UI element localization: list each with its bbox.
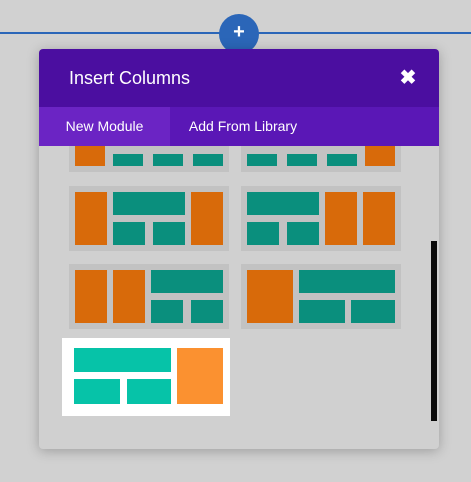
- column-block: [127, 379, 171, 404]
- column-block: [75, 192, 107, 245]
- column-block: [151, 300, 183, 323]
- column-block: [363, 192, 395, 245]
- layout-option-2[interactable]: [241, 146, 401, 172]
- column-block: [299, 300, 345, 323]
- column-block: [75, 146, 105, 166]
- column-block: [74, 379, 120, 404]
- insert-columns-modal: Insert Columns ✖ New Module Add From Lib…: [39, 49, 439, 449]
- column-block: [247, 222, 279, 245]
- column-block: [74, 348, 171, 372]
- column-block: [153, 154, 183, 166]
- plus-icon: +: [233, 21, 245, 43]
- column-block: [327, 154, 357, 166]
- tab-add-from-library[interactable]: Add From Library: [170, 107, 316, 146]
- column-block: [113, 154, 143, 166]
- layout-option-3[interactable]: [69, 186, 229, 251]
- column-block: [177, 348, 223, 404]
- layout-grid: [39, 146, 439, 449]
- modal-header: Insert Columns ✖: [39, 49, 439, 107]
- close-icon[interactable]: ✖: [397, 67, 419, 89]
- column-block: [287, 154, 317, 166]
- tab-bar: New Module Add From Library: [39, 107, 439, 146]
- column-block: [193, 154, 223, 166]
- layout-option-6[interactable]: [241, 264, 401, 329]
- modal-title: Insert Columns: [69, 68, 191, 88]
- column-block: [247, 270, 293, 323]
- column-block: [247, 154, 277, 166]
- page: + Insert Columns ✖ New Module Add From L…: [0, 0, 471, 482]
- layout-option-7[interactable]: [62, 338, 230, 416]
- column-block: [247, 192, 319, 215]
- column-block: [365, 146, 395, 166]
- layout-option-4[interactable]: [241, 186, 401, 251]
- column-block: [191, 192, 223, 245]
- column-block: [153, 222, 185, 245]
- column-block: [151, 270, 223, 293]
- layout-option-1[interactable]: [69, 146, 229, 172]
- column-block: [287, 222, 319, 245]
- column-block: [299, 270, 395, 293]
- column-block: [113, 222, 145, 245]
- column-block: [113, 270, 145, 323]
- column-block: [351, 300, 395, 323]
- scrollbar[interactable]: [431, 241, 437, 421]
- column-block: [113, 192, 185, 215]
- column-block: [75, 270, 107, 323]
- column-block: [191, 300, 223, 323]
- layout-option-5[interactable]: [69, 264, 229, 329]
- tab-new-module[interactable]: New Module: [39, 107, 170, 146]
- column-block: [325, 192, 357, 245]
- add-row-button[interactable]: +: [219, 14, 259, 54]
